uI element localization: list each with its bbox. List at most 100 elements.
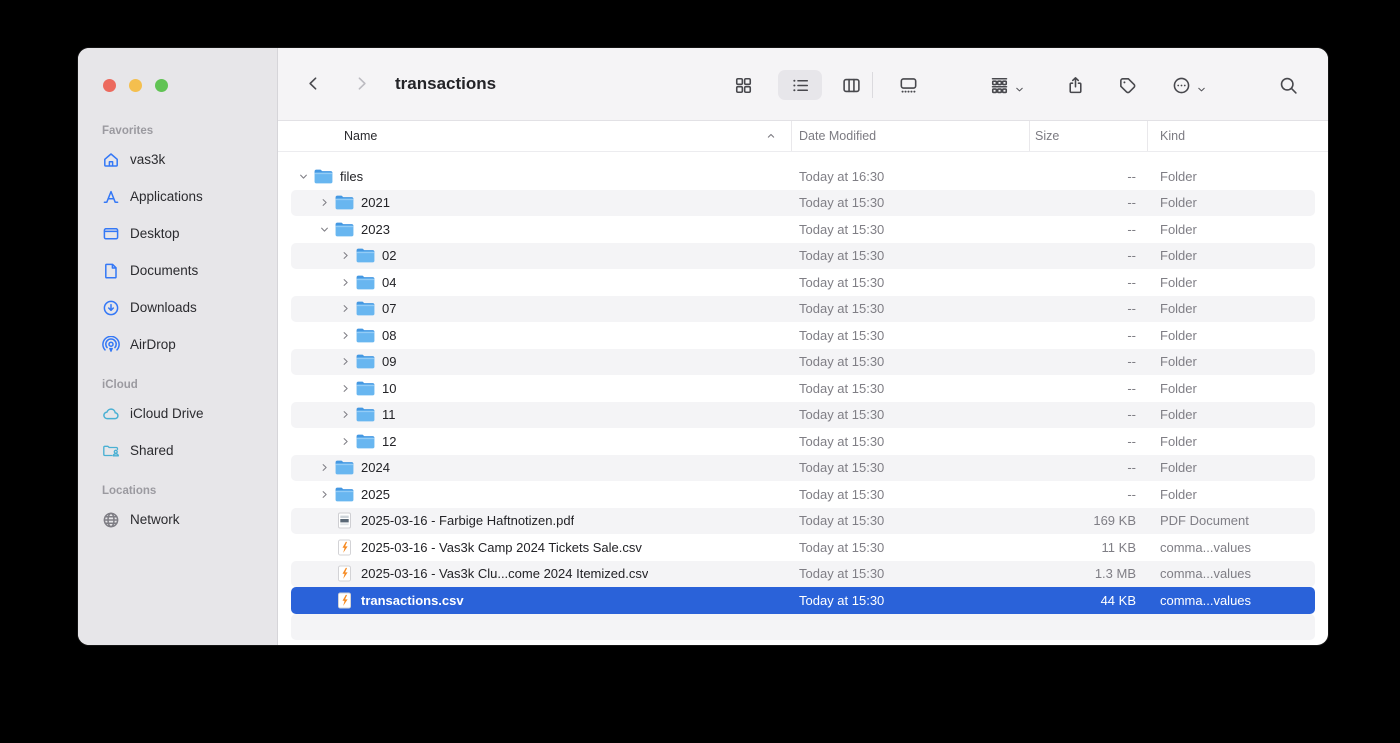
cloud-icon <box>101 405 121 423</box>
sidebar-item-documents[interactable]: Documents <box>78 252 277 289</box>
window-title: transactions <box>395 74 496 94</box>
file-row-transactions-csv[interactable]: transactions.csvToday at 15:3044 KBcomma… <box>291 587 1315 614</box>
file-name-label: 12 <box>382 434 396 449</box>
sidebar-item-network[interactable]: Network <box>78 501 277 538</box>
sidebar-item-shared[interactable]: Shared <box>78 432 277 469</box>
sidebar-item-label: Documents <box>130 263 198 278</box>
folder-icon <box>355 406 376 423</box>
column-header-kind[interactable]: Kind <box>1148 121 1315 151</box>
disclosure-right-icon[interactable] <box>337 301 354 317</box>
kind-cell: Folder <box>1148 195 1315 210</box>
disclosure-spacer <box>316 539 333 555</box>
file-row-02[interactable]: 02Today at 15:30--Folder <box>291 243 1315 270</box>
disclosure-right-icon[interactable] <box>316 460 333 476</box>
file-row-11[interactable]: 11Today at 15:30--Folder <box>291 402 1315 429</box>
sidebar-item-downloads[interactable]: Downloads <box>78 289 277 326</box>
sidebar-item-airdrop[interactable]: AirDrop <box>78 326 277 363</box>
file-row-07[interactable]: 07Today at 15:30--Folder <box>291 296 1315 323</box>
close-button[interactable] <box>103 79 116 92</box>
sidebar-section-icloud: iCloudiCloud DriveShared <box>78 379 277 469</box>
share-button[interactable] <box>1053 70 1097 100</box>
sidebar-item-desktop[interactable]: Desktop <box>78 215 277 252</box>
file-name-label: 2025 <box>361 487 390 502</box>
sidebar-item-applications[interactable]: Applications <box>78 178 277 215</box>
disclosure-right-icon[interactable] <box>337 407 354 423</box>
file-name-cell: 09 <box>291 353 792 370</box>
group-button[interactable] <box>976 70 1038 100</box>
file-row-2021[interactable]: 2021Today at 15:30--Folder <box>291 190 1315 217</box>
disclosure-right-icon[interactable] <box>337 248 354 264</box>
disclosure-right-icon[interactable] <box>316 195 333 211</box>
column-header-date-modified[interactable]: Date Modified <box>792 121 1030 151</box>
size-cell: -- <box>1030 248 1148 263</box>
size-cell: 1.3 MB <box>1030 566 1148 581</box>
date-modified-cell: Today at 15:30 <box>792 301 1030 316</box>
sidebar-item-label: Applications <box>130 189 203 204</box>
size-cell: -- <box>1030 328 1148 343</box>
ellipsis-circle-icon <box>1172 76 1191 95</box>
folder-icon <box>355 327 376 344</box>
file-row-2025-03-16-vas3k-camp-2024-tickets-sale-csv[interactable]: 2025-03-16 - Vas3k Camp 2024 Tickets Sal… <box>291 534 1315 561</box>
date-modified-cell: Today at 15:30 <box>792 593 1030 608</box>
kind-cell: Folder <box>1148 169 1315 184</box>
date-modified-cell: Today at 15:30 <box>792 381 1030 396</box>
disclosure-right-icon[interactable] <box>337 354 354 370</box>
document-icon <box>101 262 121 280</box>
file-row-2024[interactable]: 2024Today at 15:30--Folder <box>291 455 1315 482</box>
size-cell: -- <box>1030 169 1148 184</box>
file-name-cell: 07 <box>291 300 792 317</box>
folder-icon <box>334 221 355 238</box>
forward-button[interactable] <box>339 70 383 100</box>
file-name-label: 11 <box>382 407 396 422</box>
file-name-label: 2021 <box>361 195 390 210</box>
folder-icon <box>334 194 355 211</box>
disclosure-right-icon[interactable] <box>337 327 354 343</box>
column-view-button[interactable] <box>829 70 873 100</box>
disclosure-down-icon[interactable] <box>295 168 312 184</box>
file-row-10[interactable]: 10Today at 15:30--Folder <box>291 375 1315 402</box>
zoom-button[interactable] <box>155 79 168 92</box>
sidebar-item-vas3k[interactable]: vas3k <box>78 141 277 178</box>
file-row-2025-03-16-farbige-haftnotizen-pdf[interactable]: 2025-03-16 - Farbige Haftnotizen.pdfToda… <box>291 508 1315 535</box>
folder-icon <box>355 300 376 317</box>
pdf-file-icon <box>334 512 355 529</box>
date-modified-cell: Today at 15:30 <box>792 566 1030 581</box>
date-modified-cell: Today at 15:30 <box>792 222 1030 237</box>
date-modified-cell: Today at 16:30 <box>792 169 1030 184</box>
file-row-04[interactable]: 04Today at 15:30--Folder <box>291 269 1315 296</box>
csv-file-icon <box>334 539 355 556</box>
sidebar-item-icloud-drive[interactable]: iCloud Drive <box>78 395 277 432</box>
file-name-label: 2025-03-16 - Farbige Haftnotizen.pdf <box>361 513 574 528</box>
file-row-08[interactable]: 08Today at 15:30--Folder <box>291 322 1315 349</box>
chevron-left-icon <box>304 74 323 96</box>
file-name-cell: 2025-03-16 - Vas3k Camp 2024 Tickets Sal… <box>291 539 792 556</box>
icon-view-button[interactable] <box>721 70 765 100</box>
tags-button[interactable] <box>1105 70 1149 100</box>
column-header-size[interactable]: Size <box>1030 121 1148 151</box>
file-row-2025[interactable]: 2025Today at 15:30--Folder <box>291 481 1315 508</box>
file-row-2025-03-16-vas3k-clu-come-2024-itemized-csv[interactable]: 2025-03-16 - Vas3k Clu...come 2024 Itemi… <box>291 561 1315 588</box>
file-list: filesToday at 16:30--Folder2021Today at … <box>278 152 1328 640</box>
back-button[interactable] <box>291 70 335 100</box>
file-row-12[interactable]: 12Today at 15:30--Folder <box>291 428 1315 455</box>
column-header-name[interactable]: Name <box>291 121 792 151</box>
search-button[interactable] <box>1266 70 1310 100</box>
more-button[interactable] <box>1158 70 1220 100</box>
disclosure-right-icon[interactable] <box>337 433 354 449</box>
gallery-view-button[interactable] <box>883 70 933 100</box>
kind-cell: Folder <box>1148 487 1315 502</box>
disclosure-right-icon[interactable] <box>337 274 354 290</box>
minimize-button[interactable] <box>129 79 142 92</box>
file-row-09[interactable]: 09Today at 15:30--Folder <box>291 349 1315 376</box>
disclosure-right-icon[interactable] <box>316 486 333 502</box>
sort-indicator-icon <box>765 130 777 142</box>
file-row-files[interactable]: filesToday at 16:30--Folder <box>291 163 1315 190</box>
disclosure-spacer <box>316 592 333 608</box>
disclosure-down-icon[interactable] <box>316 221 333 237</box>
file-row-2023[interactable]: 2023Today at 15:30--Folder <box>291 216 1315 243</box>
disclosure-right-icon[interactable] <box>337 380 354 396</box>
share-icon <box>1066 76 1085 95</box>
list-view-button[interactable] <box>778 70 822 100</box>
size-cell: -- <box>1030 195 1148 210</box>
kind-cell: Folder <box>1148 434 1315 449</box>
